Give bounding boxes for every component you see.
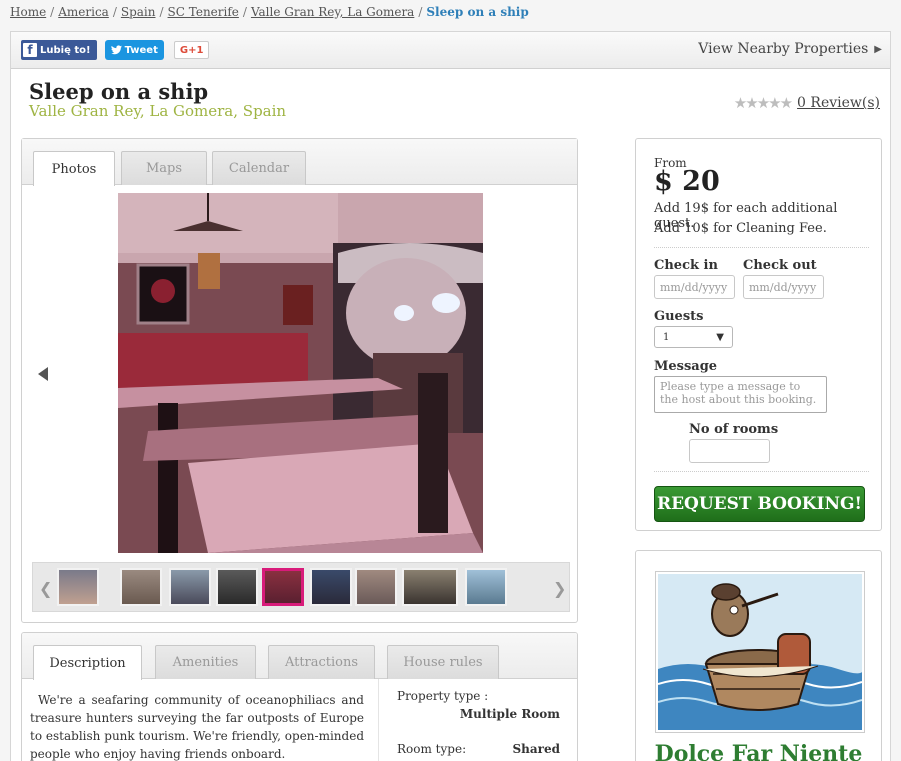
- reviews-link[interactable]: 0 Review(s): [797, 95, 880, 111]
- thumbnail-strip: ❮ ❯: [32, 562, 570, 612]
- thumbnail-9[interactable]: [465, 568, 507, 606]
- twitter-icon: [110, 45, 122, 55]
- tweet-button[interactable]: Tweet: [104, 40, 164, 60]
- google-plus-button[interactable]: G+1: [173, 41, 210, 59]
- rating-summary: ★★★★★ 0 Review(s): [734, 94, 880, 112]
- price-value: $ 20: [654, 166, 720, 197]
- rooms-field[interactable]: [689, 439, 770, 463]
- breadcrumb: Home / America / Spain / SC Tenerife / Valle Gra…: [10, 5, 529, 19]
- booking-form: From $ 20 Add 19$ for each additional gu…: [635, 138, 882, 531]
- property-location: Valle Gran Rey, La Gomera, Spain: [29, 102, 287, 120]
- guests-select[interactable]: 1 ▼: [654, 326, 733, 348]
- checkout-field[interactable]: mm/dd/yyyy: [743, 275, 824, 299]
- divider: [654, 247, 869, 248]
- room-type-value: Shared: [512, 742, 560, 756]
- social-buttons: f Lubię to! Tweet G+1: [21, 40, 210, 60]
- thumbnail-5[interactable]: [262, 568, 304, 606]
- share-bar: f Lubię to! Tweet G+1 View Nearby Proper…: [11, 32, 890, 69]
- property-type-label: Property type :: [397, 689, 489, 703]
- breadcrumb-link-home[interactable]: Home: [10, 5, 46, 19]
- checkout-label: Check out: [743, 258, 817, 273]
- breadcrumb-link-valle-gran-rey[interactable]: Valle Gran Rey, La Gomera: [251, 5, 414, 19]
- tweet-label: Tweet: [124, 44, 158, 56]
- tab-maps[interactable]: Maps: [121, 151, 207, 185]
- photo-gallery-panel: Photos Maps Calendar ❮ ❯: [21, 138, 578, 623]
- guests-label: Guests: [654, 309, 704, 324]
- tab-photos[interactable]: Photos: [33, 151, 115, 186]
- details-tabs: Description Amenities Attractions House …: [22, 633, 577, 680]
- checkin-field[interactable]: mm/dd/yyyy: [654, 275, 735, 299]
- rooms-label: No of rooms: [689, 422, 779, 437]
- checkin-label: Check in: [654, 258, 718, 273]
- facebook-like-label: Lubię to!: [40, 44, 91, 56]
- thumbnail-1[interactable]: [57, 568, 99, 606]
- thumbs-next-icon[interactable]: ❯: [553, 579, 566, 598]
- request-booking-button[interactable]: REQUEST BOOKING!: [654, 486, 865, 522]
- advertisement-panel: Dolce Far Niente: [635, 550, 882, 761]
- thumbnail-6[interactable]: [310, 568, 352, 606]
- property-type-value: Multiple Room: [459, 707, 560, 721]
- description-text: We're a seafaring community of oceanophi…: [30, 693, 364, 761]
- previous-photo-arrow-icon[interactable]: [38, 367, 48, 381]
- details-panel: Description Amenities Attractions House …: [21, 632, 578, 761]
- tab-description[interactable]: Description: [33, 645, 142, 680]
- breadcrumb-link-america[interactable]: America: [58, 5, 109, 19]
- thumbnail-8[interactable]: [402, 568, 458, 606]
- message-label: Message: [654, 359, 718, 374]
- thumbnail-4[interactable]: [216, 568, 258, 606]
- gallery-tabs: Photos Maps Calendar: [22, 139, 577, 186]
- breadcrumb-link-spain[interactable]: Spain: [121, 5, 156, 19]
- view-nearby-label: View Nearby Properties: [698, 41, 869, 57]
- message-textarea[interactable]: Please type a message to the host about …: [654, 376, 827, 413]
- view-nearby-properties-link[interactable]: View Nearby Properties ▶: [698, 41, 882, 57]
- barrel-boat-illustration: [657, 574, 863, 730]
- cleaning-fee-note: Add 10$ for Cleaning Fee.: [654, 221, 827, 236]
- divider: [654, 471, 869, 472]
- breadcrumb-current: Sleep on a ship: [426, 5, 529, 19]
- tab-house-rules[interactable]: House rules: [387, 645, 499, 679]
- property-attributes: Property type : Multiple Room Room type:…: [378, 679, 570, 761]
- facebook-icon: f: [23, 43, 37, 57]
- google-plus-label: G+1: [179, 44, 204, 56]
- thumbnail-7[interactable]: [355, 568, 397, 606]
- triangle-right-icon: ▶: [874, 43, 882, 55]
- tab-attractions[interactable]: Attractions: [268, 645, 375, 679]
- tab-calendar[interactable]: Calendar: [212, 151, 306, 185]
- ad-banner-image[interactable]: [655, 571, 865, 733]
- star-rating-icon[interactable]: ★★★★★: [734, 94, 793, 112]
- ship-cabin-photo: [118, 193, 483, 553]
- guests-select-value: 1: [663, 331, 670, 343]
- thumbnail-2[interactable]: [120, 568, 162, 606]
- thumbnail-3[interactable]: [169, 568, 211, 606]
- breadcrumb-link-sc-tenerife[interactable]: SC Tenerife: [168, 5, 239, 19]
- tab-amenities[interactable]: Amenities: [155, 645, 256, 679]
- ad-title[interactable]: Dolce Far Niente: [636, 741, 881, 761]
- property-panel: f Lubię to! Tweet G+1 View Nearby Proper…: [10, 31, 891, 761]
- main-photo: [118, 193, 483, 553]
- property-title: Sleep on a ship: [29, 79, 209, 104]
- facebook-like-button[interactable]: f Lubię to!: [21, 40, 97, 60]
- thumbs-prev-icon[interactable]: ❮: [39, 579, 52, 598]
- chevron-down-icon: ▼: [716, 331, 724, 343]
